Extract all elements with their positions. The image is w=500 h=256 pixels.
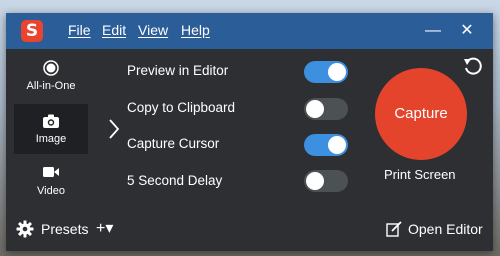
gear-icon xyxy=(16,220,34,238)
toggle-copy-to-clipboard[interactable] xyxy=(304,98,348,120)
option-label-copy-to-clipboard: Copy to Clipboard xyxy=(127,100,236,115)
reset-icon[interactable] xyxy=(462,55,484,77)
camera-icon xyxy=(14,113,88,131)
menu-view[interactable]: View xyxy=(138,22,168,38)
close-button[interactable]: ✕ xyxy=(454,19,480,43)
toggle-knob xyxy=(328,63,346,81)
mode-all-in-one[interactable]: All-in-One xyxy=(14,51,88,101)
toggle-preview-in-editor[interactable] xyxy=(304,61,348,83)
circle-record-icon xyxy=(14,60,88,78)
option-label-preview-in-editor: Preview in Editor xyxy=(127,63,229,78)
mode-label: Video xyxy=(37,185,65,197)
mode-video[interactable]: Video xyxy=(14,156,88,206)
mode-label: Image xyxy=(35,133,67,145)
add-preset-button[interactable]: +▾ xyxy=(96,220,113,238)
capture-mode-rail: All-in-One Image Video xyxy=(6,49,88,207)
menu-edit[interactable]: Edit xyxy=(102,22,126,38)
capture-button[interactable]: Capture xyxy=(375,68,467,160)
presets-button[interactable]: Presets xyxy=(16,217,88,241)
minimize-button[interactable]: — xyxy=(420,19,446,43)
menu-help[interactable]: Help xyxy=(181,22,210,38)
mode-label: All-in-One xyxy=(26,80,76,92)
snagit-capture-window: S File Edit View Help — ✕ All-in-One Ima… xyxy=(6,13,493,251)
toggle-capture-cursor[interactable] xyxy=(304,134,348,156)
toggle-knob xyxy=(306,100,324,118)
menu-file[interactable]: File xyxy=(68,22,91,38)
open-editor-label: Open Editor xyxy=(408,221,483,237)
capture-shortcut-label: Print Screen xyxy=(384,167,456,182)
edit-icon xyxy=(386,221,402,237)
chevron-right-icon[interactable] xyxy=(107,117,121,141)
toggle-5-second-delay[interactable] xyxy=(304,170,348,192)
video-camera-icon xyxy=(14,165,88,183)
toggle-knob xyxy=(306,172,324,190)
bottom-bar: Presets +▾ Open Editor xyxy=(6,207,493,251)
app-logo-icon: S xyxy=(21,20,43,42)
option-label-capture-cursor: Capture Cursor xyxy=(127,136,220,151)
mode-image[interactable]: Image xyxy=(14,104,88,154)
presets-label: Presets xyxy=(41,221,89,237)
toggle-knob xyxy=(328,136,346,154)
option-label-5-second-delay: 5 Second Delay xyxy=(127,173,223,188)
title-bar: S File Edit View Help — ✕ xyxy=(6,13,493,49)
open-editor-button[interactable]: Open Editor xyxy=(386,217,483,241)
